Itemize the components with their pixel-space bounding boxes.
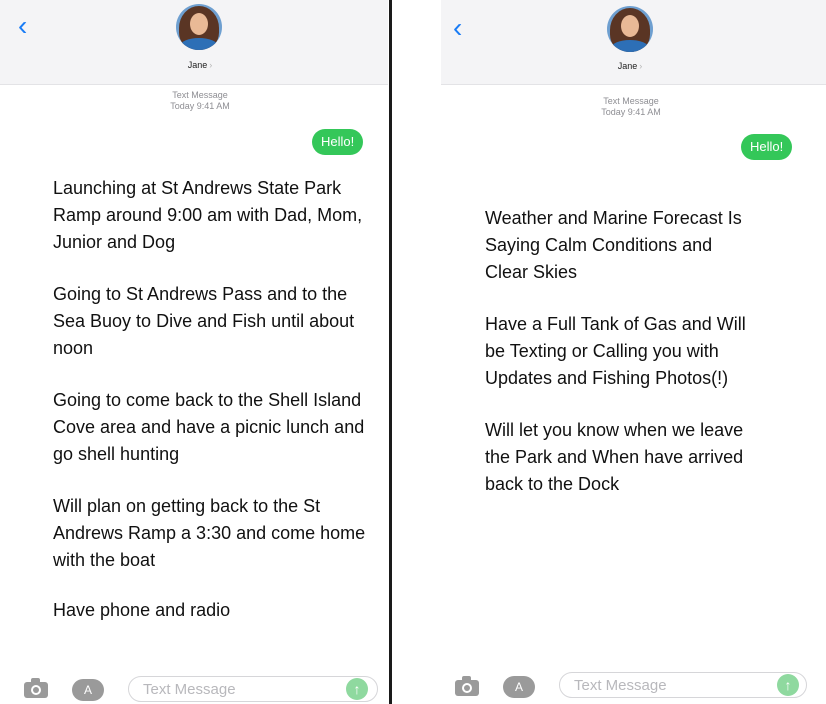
compose-bar: A Text Message ↑ bbox=[441, 660, 826, 704]
back-chevron-icon[interactable]: ‹ bbox=[453, 14, 462, 42]
contact-name-label: Jane bbox=[187, 60, 208, 70]
contact-avatar[interactable] bbox=[607, 6, 653, 52]
compose-bar: A Text Message ↑ bbox=[0, 660, 388, 704]
message-paragraph: Have phone and radio bbox=[53, 600, 231, 620]
message-input[interactable]: Text Message bbox=[559, 672, 807, 698]
contact-name[interactable]: Jane › bbox=[600, 61, 660, 71]
message-timestamp: Text Message Today 9:41 AM bbox=[561, 96, 701, 118]
back-chevron-icon[interactable]: ‹ bbox=[18, 12, 27, 40]
message-paragraph: Going to St Andrews Pass and to the Sea … bbox=[53, 284, 355, 358]
camera-icon[interactable] bbox=[24, 678, 48, 698]
send-arrow-icon[interactable]: ↑ bbox=[346, 678, 368, 700]
timestamp-time: Today 9:41 AM bbox=[170, 101, 230, 111]
outgoing-message-bubble[interactable]: Hello! bbox=[741, 134, 793, 160]
message-paragraph: Launching at St Andrews State Park Ramp … bbox=[53, 178, 363, 252]
message-timestamp: Text Message Today 9:41 AM bbox=[130, 90, 270, 112]
message-body: Launching at St Andrews State Park Ramp … bbox=[53, 175, 373, 649]
message-body: Weather and Marine Forecast Is Saying Ca… bbox=[485, 205, 755, 523]
right-conversation-screen: ‹ Jane › Text Message Today 9:41 AM Hello… bbox=[441, 0, 826, 704]
timestamp-type: Text Message bbox=[172, 90, 228, 100]
app-store-icon[interactable]: A bbox=[72, 679, 104, 701]
chevron-right-icon: › bbox=[209, 60, 213, 70]
left-conversation-screen: ‹ Jane › Text Message Today 9:41 AM Hello… bbox=[0, 0, 388, 704]
message-paragraph: Will let you know when we leave the Park… bbox=[485, 420, 744, 494]
timestamp-time: Today 9:41 AM bbox=[601, 107, 661, 117]
chevron-right-icon: › bbox=[639, 61, 643, 71]
contact-name-label: Jane bbox=[617, 61, 638, 71]
message-paragraph: Going to come back to the Shell Island C… bbox=[53, 390, 365, 464]
app-store-icon[interactable]: A bbox=[503, 676, 535, 698]
timestamp-type: Text Message bbox=[603, 96, 659, 106]
contact-name[interactable]: Jane › bbox=[170, 60, 230, 70]
conversation-header: ‹ Jane › bbox=[441, 0, 826, 85]
message-input[interactable]: Text Message bbox=[128, 676, 378, 702]
outgoing-message-bubble[interactable]: Hello! bbox=[312, 129, 364, 155]
camera-icon[interactable] bbox=[455, 676, 479, 696]
contact-avatar[interactable] bbox=[176, 4, 222, 50]
message-paragraph: Will plan on getting back to the St Andr… bbox=[53, 496, 366, 570]
message-paragraph: Have a Full Tank of Gas and Will be Text… bbox=[485, 314, 746, 388]
conversation-header: ‹ Jane › bbox=[0, 0, 388, 85]
send-arrow-icon[interactable]: ↑ bbox=[777, 674, 799, 696]
message-paragraph: Weather and Marine Forecast Is Saying Ca… bbox=[485, 208, 742, 282]
panel-divider bbox=[389, 0, 392, 704]
